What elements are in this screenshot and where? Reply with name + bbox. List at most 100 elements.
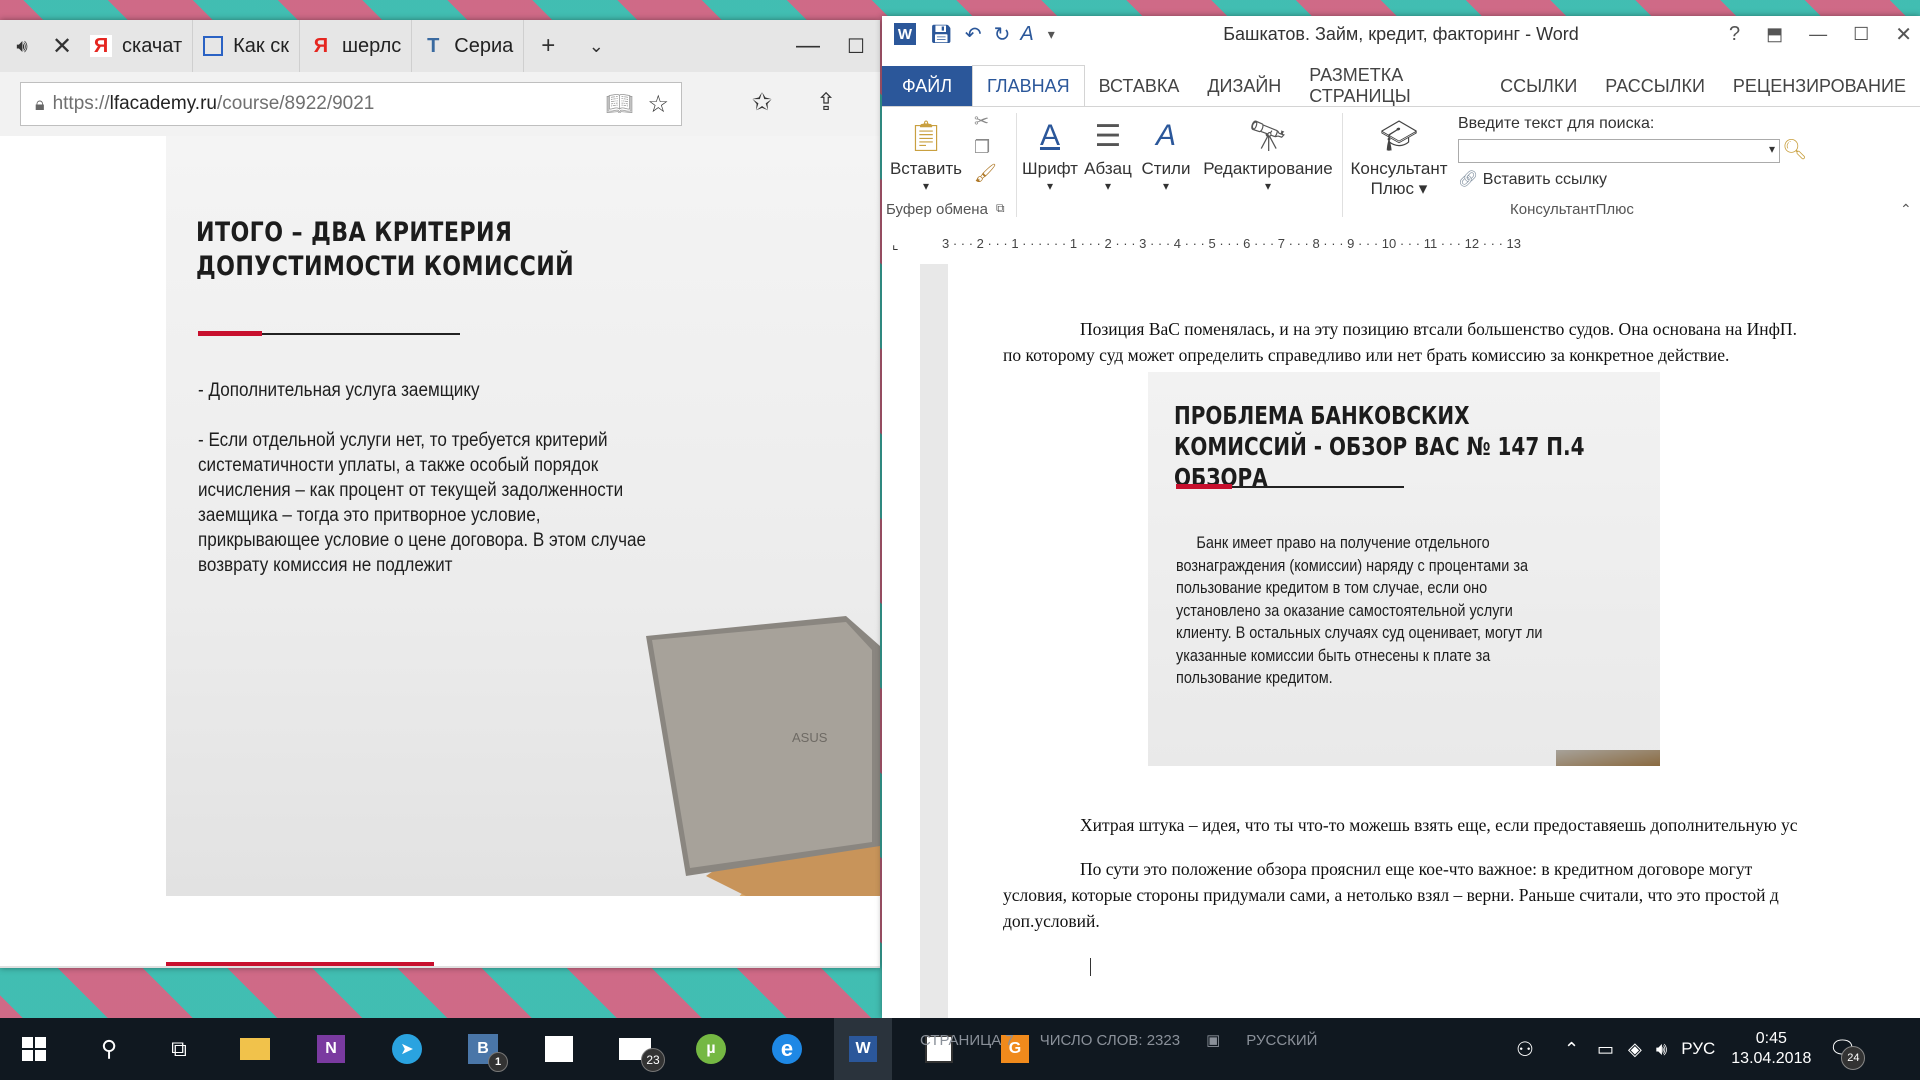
vk-icon[interactable]: B 1 [454,1018,512,1080]
doc-paragraph-3-line-3: доп.условий. [1003,911,1100,931]
tab-mailings[interactable]: РАССЫЛКИ [1591,66,1719,106]
speaker-icon[interactable]: 🔊︎ [0,20,44,72]
chevron-down-icon[interactable]: ▾ [1769,142,1775,156]
font-button[interactable]: A Шрифт ▾ [1020,107,1080,227]
embed-title: ПРОБЛЕМА БАНКОВСКИХ КОМИССИЙ - ОБЗОР ВАС… [1174,401,1585,492]
word-window: Башкатов. Займ, кредит, факторинг - Word… [882,16,1920,1018]
volume-icon[interactable]: 🔊︎ [1656,1039,1667,1060]
slide-item-2: - Если отдельной услуги нет, то требуетс… [198,430,647,576]
new-tab-icon[interactable]: + [524,20,572,72]
document-page[interactable]: Позиция ВаС поменялась, и на эту позицию… [948,264,1920,1018]
taskbar: ⚲ ⧉ N ➤ B 1 23 µ e W G СТРАНИЦА 7 ЧИСЛО … [0,1018,1920,1080]
styles-button[interactable]: A Стили ▾ [1138,107,1194,227]
notifications-button[interactable]: 🗨︎ 24 [1825,1032,1866,1070]
tab-1[interactable]: Я скачат [80,20,194,72]
language-status[interactable]: РУССКИЙ [1246,1032,1317,1049]
reading-view-icon[interactable]: 📖︎ [606,91,634,117]
input-language[interactable]: РУС [1681,1039,1715,1059]
tab-insert[interactable]: ВСТАВКА [1085,66,1194,106]
tab-references[interactable]: ССЫЛКИ [1486,66,1591,106]
laptop-brand: ASUS [792,730,828,745]
close-button[interactable]: ✕ [1895,22,1912,47]
embedded-slide-image[interactable]: ПРОБЛЕМА БАНКОВСКИХ КОМИССИЙ - ОБЗОР ВАС… [1148,372,1660,766]
paragraph-button[interactable]: ☰ Абзац ▾ [1080,107,1136,227]
document-area: Позиция ВаС поменялась, и на эту позицию… [920,264,1920,1018]
cut-icon[interactable]: ✂ [974,111,989,132]
doc-paragraph-2: Хитрая штука – идея, что ты что-то можеш… [1080,815,1798,835]
help-button[interactable]: ? [1729,23,1740,46]
proofing-icon[interactable]: ▣ [1206,1031,1220,1049]
edge-icon[interactable]: e [758,1018,816,1080]
tab-2[interactable]: Как ск [193,20,300,72]
chevron-down-icon: ▾ [922,179,930,193]
web-content: ИТОГО – ДВА КРИТЕРИЯ ДОПУСТИМОСТИ КОМИСС… [0,136,880,968]
page-status[interactable]: СТРАНИЦА 7 [920,1032,1014,1049]
onenote-icon[interactable]: N [302,1018,360,1080]
copy-icon[interactable]: ❐ [974,137,990,158]
editing-button[interactable]: 🔭︎ Редактирование ▾ [1198,107,1338,227]
dropbox-icon[interactable]: ◈ [1628,1039,1642,1060]
file-explorer-icon[interactable] [226,1018,284,1080]
window-title: Башкатов. Займ, кредит, факторинг - Word [1223,23,1579,44]
store-icon[interactable] [530,1018,588,1080]
embed-body: Банк имеет право на получение отдельного… [1176,533,1543,687]
collapse-ribbon-icon[interactable]: ⌃ [1900,201,1912,218]
clock[interactable]: 0:45 13.04.2018 [1731,1029,1811,1069]
t-icon: T [427,34,440,57]
course-slide: ИТОГО – ДВА КРИТЕРИЯ ДОПУСТИМОСТИ КОМИСС… [166,136,880,896]
tab-layout[interactable]: РАЗМЕТКА СТРАНИЦЫ [1295,65,1486,106]
clipboard-icon: 📋︎ [906,119,946,153]
battery-icon[interactable]: ▭ [1597,1039,1614,1060]
consultant-plus-button[interactable]: 🎓︎ Консультант Плюс ▾ [1344,107,1454,227]
word-taskbar-icon[interactable]: W [834,1018,892,1080]
yandex-icon: Я [313,34,329,57]
doc-paragraph-3-line-1: По сути это положение обзора прояснил ещ… [1080,859,1753,879]
ribbon-display-icon[interactable]: ⬒ [1766,24,1783,45]
chevron-down-icon[interactable]: ⌄ [572,20,620,72]
dialog-launcher-icon[interactable]: ⧉ [996,201,1005,216]
notifications-count: 24 [1841,1046,1866,1070]
save-icon[interactable]: 💾︎ [930,24,953,45]
favorites-list-icon[interactable]: ✩ [752,88,772,117]
people-icon[interactable]: ⚇ [1516,1037,1534,1062]
tab-stop-selector[interactable]: ⌞ [892,236,899,253]
yandex-icon: Я [90,35,112,57]
search-icon[interactable]: ⚲ [80,1018,138,1080]
telegram-icon[interactable]: ➤ [378,1018,436,1080]
utorrent-icon[interactable]: µ [682,1018,740,1080]
horizontal-scrollbar[interactable] [0,966,880,968]
close-tab-icon[interactable]: ✕ [44,20,80,72]
word-count[interactable]: ЧИСЛО СЛОВ: 2323 [1040,1032,1180,1049]
consultant-avatar-icon: 🎓︎ [1379,119,1419,153]
start-button[interactable] [0,1018,68,1080]
favorite-star-icon[interactable]: ☆ [647,90,669,119]
font-format-icon[interactable]: A [1020,23,1033,46]
tab-design[interactable]: ДИЗАЙН [1193,66,1295,106]
text-cursor [1090,958,1091,976]
tab-file[interactable]: ФАЙЛ [882,66,973,106]
format-painter-icon[interactable]: 🖌︎ [974,163,997,184]
search-icon[interactable]: 🔍︎ [1782,137,1807,162]
tab-3[interactable]: Я шерлс [300,20,413,72]
maximize-button[interactable]: ☐ [1853,24,1869,45]
vertical-ruler [882,264,921,1018]
title-rule-accent [198,331,262,336]
quick-access-menu-icon[interactable]: ▾ [1048,26,1055,43]
tab-4[interactable]: T Сериа [412,20,525,72]
mail-icon[interactable]: 23 [606,1018,665,1080]
undo-icon[interactable]: ↶ [965,22,982,47]
insert-link-button[interactable]: 🔗︎ Вставить ссылку [1458,169,1607,189]
search-input[interactable]: ▾ [1458,139,1780,163]
minimize-button[interactable]: — [1809,24,1827,45]
ribbon: 📋︎ Вставить ▾ ✂ ❐ 🖌︎ Буфер обмена ⧉ A Шр… [882,106,1920,228]
tab-home[interactable]: ГЛАВНАЯ [972,65,1085,106]
show-hidden-icons-icon[interactable]: ⌃ [1564,1039,1579,1060]
tab-review[interactable]: РЕЦЕНЗИРОВАНИЕ [1719,66,1920,106]
minimize-button[interactable]: — [784,20,832,72]
task-view-icon[interactable]: ⧉ [150,1018,208,1080]
maximize-button[interactable]: ☐ [832,20,880,72]
share-icon[interactable]: ⇪ [816,88,836,117]
redo-icon[interactable]: ↻ [994,22,1011,47]
address-bar[interactable]: 🔒︎ https://lfacademy.ru/course/8922/9021… [20,82,682,126]
horizontal-ruler[interactable]: ⌞ 3 · · · 2 · · · 1 · · · · · · 1 · · · … [882,226,1920,265]
